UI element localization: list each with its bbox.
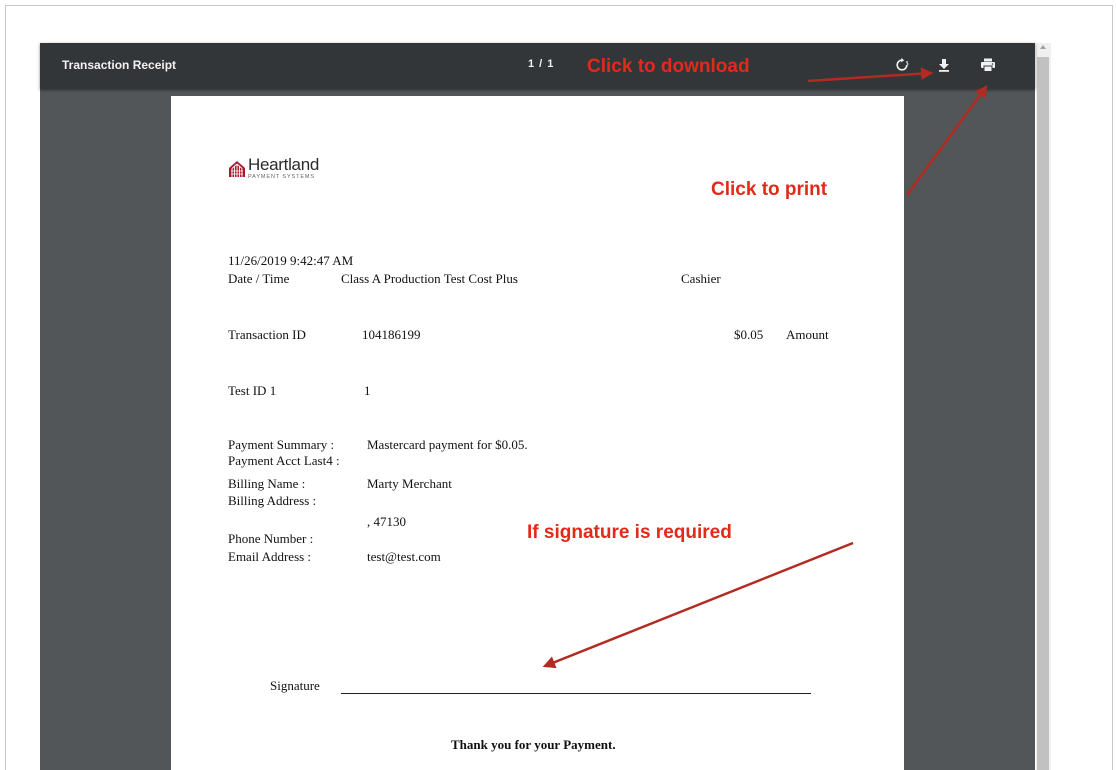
payment-summary-value: Mastercard payment for $0.05. <box>367 437 528 452</box>
transaction-id-label: Transaction ID <box>228 327 306 342</box>
cashier-label: Cashier <box>681 271 721 286</box>
download-icon[interactable] <box>933 54 955 76</box>
print-icon[interactable] <box>977 54 999 76</box>
document-title: Transaction Receipt <box>62 58 177 72</box>
logo-subtitle: PAYMENT SYSTEMS <box>248 174 315 180</box>
payment-summary-label: Payment Summary : <box>228 437 335 452</box>
phone-label: Phone Number : <box>228 531 314 546</box>
scrollbar[interactable] <box>1036 43 1051 770</box>
transaction-id-value: 104186199 <box>362 327 421 342</box>
billing-name-label: Billing Name : <box>228 476 306 491</box>
annotation-signature: If signature is required <box>527 522 732 543</box>
rotate-icon[interactable] <box>891 54 913 76</box>
scroll-thumb[interactable] <box>1037 57 1049 770</box>
amount-label: Amount <box>786 327 829 342</box>
email-value: test@test.com <box>367 549 441 564</box>
transaction-datetime: 11/26/2019 9:42:47 AM <box>228 253 354 268</box>
heartland-logo-icon <box>229 161 245 177</box>
scroll-up-arrow-icon[interactable] <box>1040 45 1046 49</box>
test-id-value: 1 <box>364 383 371 398</box>
heartland-logo: Heartland PAYMENT SYSTEMS <box>228 155 338 182</box>
annotation-download: Click to download <box>587 56 750 77</box>
page-indicator: 1 / 1 <box>528 58 555 70</box>
pdf-toolbar: Transaction Receipt 1 / 1 <box>40 43 1035 89</box>
billing-name-value: Marty Merchant <box>367 476 452 491</box>
billing-address-value: , 47130 <box>367 514 406 529</box>
email-label: Email Address : <box>228 549 312 564</box>
merchant-name: Class A Production Test Cost Plus <box>341 271 518 286</box>
thank-you-message: Thank you for your Payment. <box>451 737 616 752</box>
logo-name: Heartland <box>248 155 320 174</box>
annotation-print: Click to print <box>711 179 828 200</box>
date-time-label: Date / Time <box>228 271 290 286</box>
amount-value: $0.05 <box>734 327 764 342</box>
billing-address-label: Billing Address : <box>228 493 317 508</box>
payment-acct-label: Payment Acct Last4 : <box>228 453 340 468</box>
test-id-label: Test ID 1 <box>228 383 277 398</box>
signature-line <box>341 693 811 694</box>
signature-label: Signature <box>270 678 320 693</box>
